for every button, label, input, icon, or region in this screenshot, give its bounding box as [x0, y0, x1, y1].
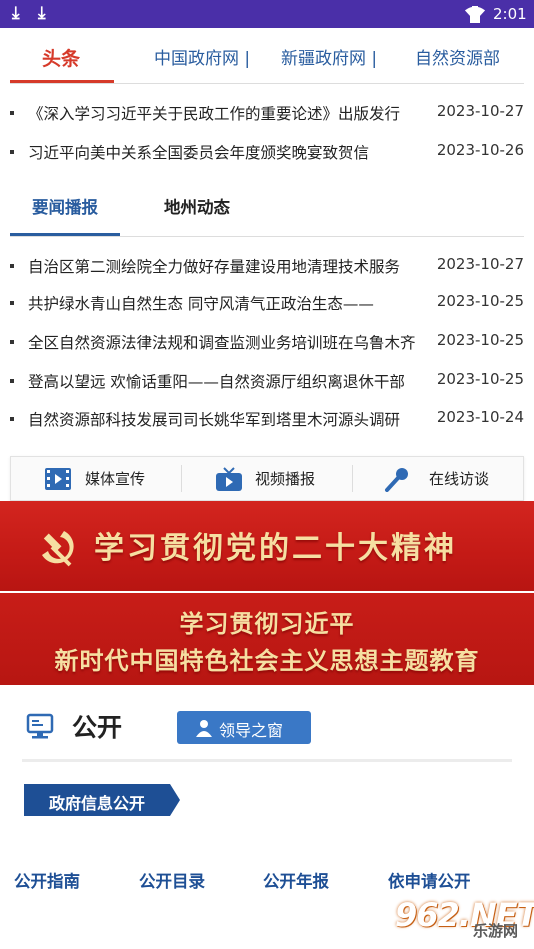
news-title: 自治区第二测绘院全力做好存量建设用地清理技术服务 [28, 258, 401, 276]
annual-report-link[interactable]: 公开年报 [263, 868, 329, 892]
disclosure-catalog-link[interactable]: 公开目录 [139, 868, 205, 892]
bullet-icon [10, 150, 14, 154]
battery-icon [470, 6, 480, 23]
tab-regional-news[interactable]: 地州动态 [164, 194, 230, 218]
label-text: 政府信息公开 [49, 794, 146, 813]
label-arrow [170, 784, 180, 816]
leader-window-button[interactable]: 领导之窗 [177, 711, 311, 744]
open-section-header: 公开 领导之窗 [0, 690, 534, 760]
media-label: 媒体宣传 [85, 470, 146, 488]
banner-text: 新时代中国特色社会主义思想主题教育 [54, 647, 480, 675]
media-promotion-button[interactable]: 媒体宣传 [11, 457, 181, 500]
online-interview-button[interactable]: 在线访谈 [353, 457, 523, 500]
media-label: 视频播报 [255, 470, 316, 488]
bullet-icon [10, 301, 14, 305]
news-item[interactable]: 登高以望远 欢愉话重阳——自然资源厅组织离退休干部 2023-10-25 [10, 367, 524, 395]
monitor-icon [26, 713, 54, 739]
tab-xinjiang-gov[interactable]: 新疆政府网 | [281, 44, 377, 69]
news-date: 2023-10-25 [436, 331, 524, 349]
tab-news-broadcast[interactable]: 要闻播报 [32, 194, 98, 218]
news-tab-bar: 要闻播报 地州动态 [10, 188, 524, 236]
video-broadcast-button[interactable]: 视频播报 [182, 457, 352, 500]
clock: 2:01 [493, 5, 527, 23]
bullet-icon [10, 340, 14, 344]
news-item[interactable]: 自治区第二测绘院全力做好存量建设用地清理技术服务 2023-10-27 [10, 252, 524, 280]
watermark-site: 乐游网 [473, 922, 519, 940]
theme-education-banner[interactable]: 学习贯彻习近平 新时代中国特色社会主义思想主题教育 [0, 593, 534, 685]
download-icon: ⤓ [38, 3, 46, 23]
bullet-icon [10, 379, 14, 383]
divider [10, 83, 524, 84]
bullet-icon [10, 417, 14, 421]
media-label: 在线访谈 [429, 470, 490, 488]
hammer-sickle-icon [42, 531, 74, 567]
news-date: 2023-10-27 [436, 255, 524, 273]
download-icon: ⤓ [12, 3, 20, 23]
headline-item[interactable]: 习近平向美中关系全国委员会年度颁奖晚宴致贺信 2023-10-26 [10, 138, 524, 166]
party-congress-banner[interactable]: 学习贯彻党的二十大精神 [0, 501, 534, 591]
headline-title: 《深入学习习近平关于民政工作的重要论述》出版发行 [28, 105, 401, 123]
news-date: 2023-10-25 [436, 370, 524, 388]
headline-date: 2023-10-26 [436, 141, 524, 159]
divider [22, 759, 512, 762]
gov-info-open-label: 政府信息公开 [24, 784, 180, 816]
divider [10, 236, 524, 237]
tab-headline[interactable]: 头条 [42, 44, 80, 71]
request-disclosure-link[interactable]: 依申请公开 [388, 868, 471, 892]
disclosure-guide-link[interactable]: 公开指南 [14, 868, 80, 892]
headline-item[interactable]: 《深入学习习近平关于民政工作的重要论述》出版发行 2023-10-27 [10, 99, 524, 127]
news-title: 登高以望远 欢愉话重阳——自然资源厅组织离退休干部 [28, 373, 405, 391]
site-watermark: 962.NET 乐游网 [395, 896, 534, 944]
section-title: 公开 [72, 713, 123, 742]
button-label: 领导之窗 [219, 721, 284, 740]
tv-icon [216, 467, 242, 491]
news-item[interactable]: 全区自然资源法律法规和调查监测业务培训班在乌鲁木齐 2023-10-25 [10, 328, 524, 356]
top-tab-bar: 头条 中国政府网 | 新疆政府网 | 自然资源部 [0, 30, 534, 84]
news-item[interactable]: 自然资源部科技发展司司长姚华军到塔里木河源头调研 2023-10-24 [10, 405, 524, 433]
news-title: 自然资源部科技发展司司长姚华军到塔里木河源头调研 [28, 411, 401, 429]
news-item[interactable]: 共护绿水青山自然生态 同守风清气正政治生态—— 2023-10-25 [10, 289, 524, 317]
news-date: 2023-10-25 [436, 292, 524, 310]
status-bar: ⤓ ⤓ 2:01 [0, 0, 534, 28]
news-title: 共护绿水青山自然生态 同守风清气正政治生态—— [28, 295, 374, 313]
banner-text: 学习贯彻党的二十大精神 [94, 531, 457, 566]
tab-china-gov[interactable]: 中国政府网 | [154, 44, 250, 69]
headline-title: 习近平向美中关系全国委员会年度颁奖晚宴致贺信 [28, 144, 370, 162]
news-date: 2023-10-24 [436, 408, 524, 426]
headline-date: 2023-10-27 [436, 102, 524, 120]
person-icon [196, 720, 212, 737]
microphone-icon [385, 468, 408, 492]
bullet-icon [10, 111, 14, 115]
banner-text: 学习贯彻习近平 [179, 610, 355, 638]
news-title: 全区自然资源法律法规和调查监测业务培训班在乌鲁木齐 [28, 334, 416, 352]
film-icon [45, 468, 71, 490]
tab-natural-resources-ministry[interactable]: 自然资源部 [415, 44, 500, 69]
media-shortcut-bar: 媒体宣传 视频播报 在线访谈 [10, 456, 524, 501]
bullet-icon [10, 264, 14, 268]
